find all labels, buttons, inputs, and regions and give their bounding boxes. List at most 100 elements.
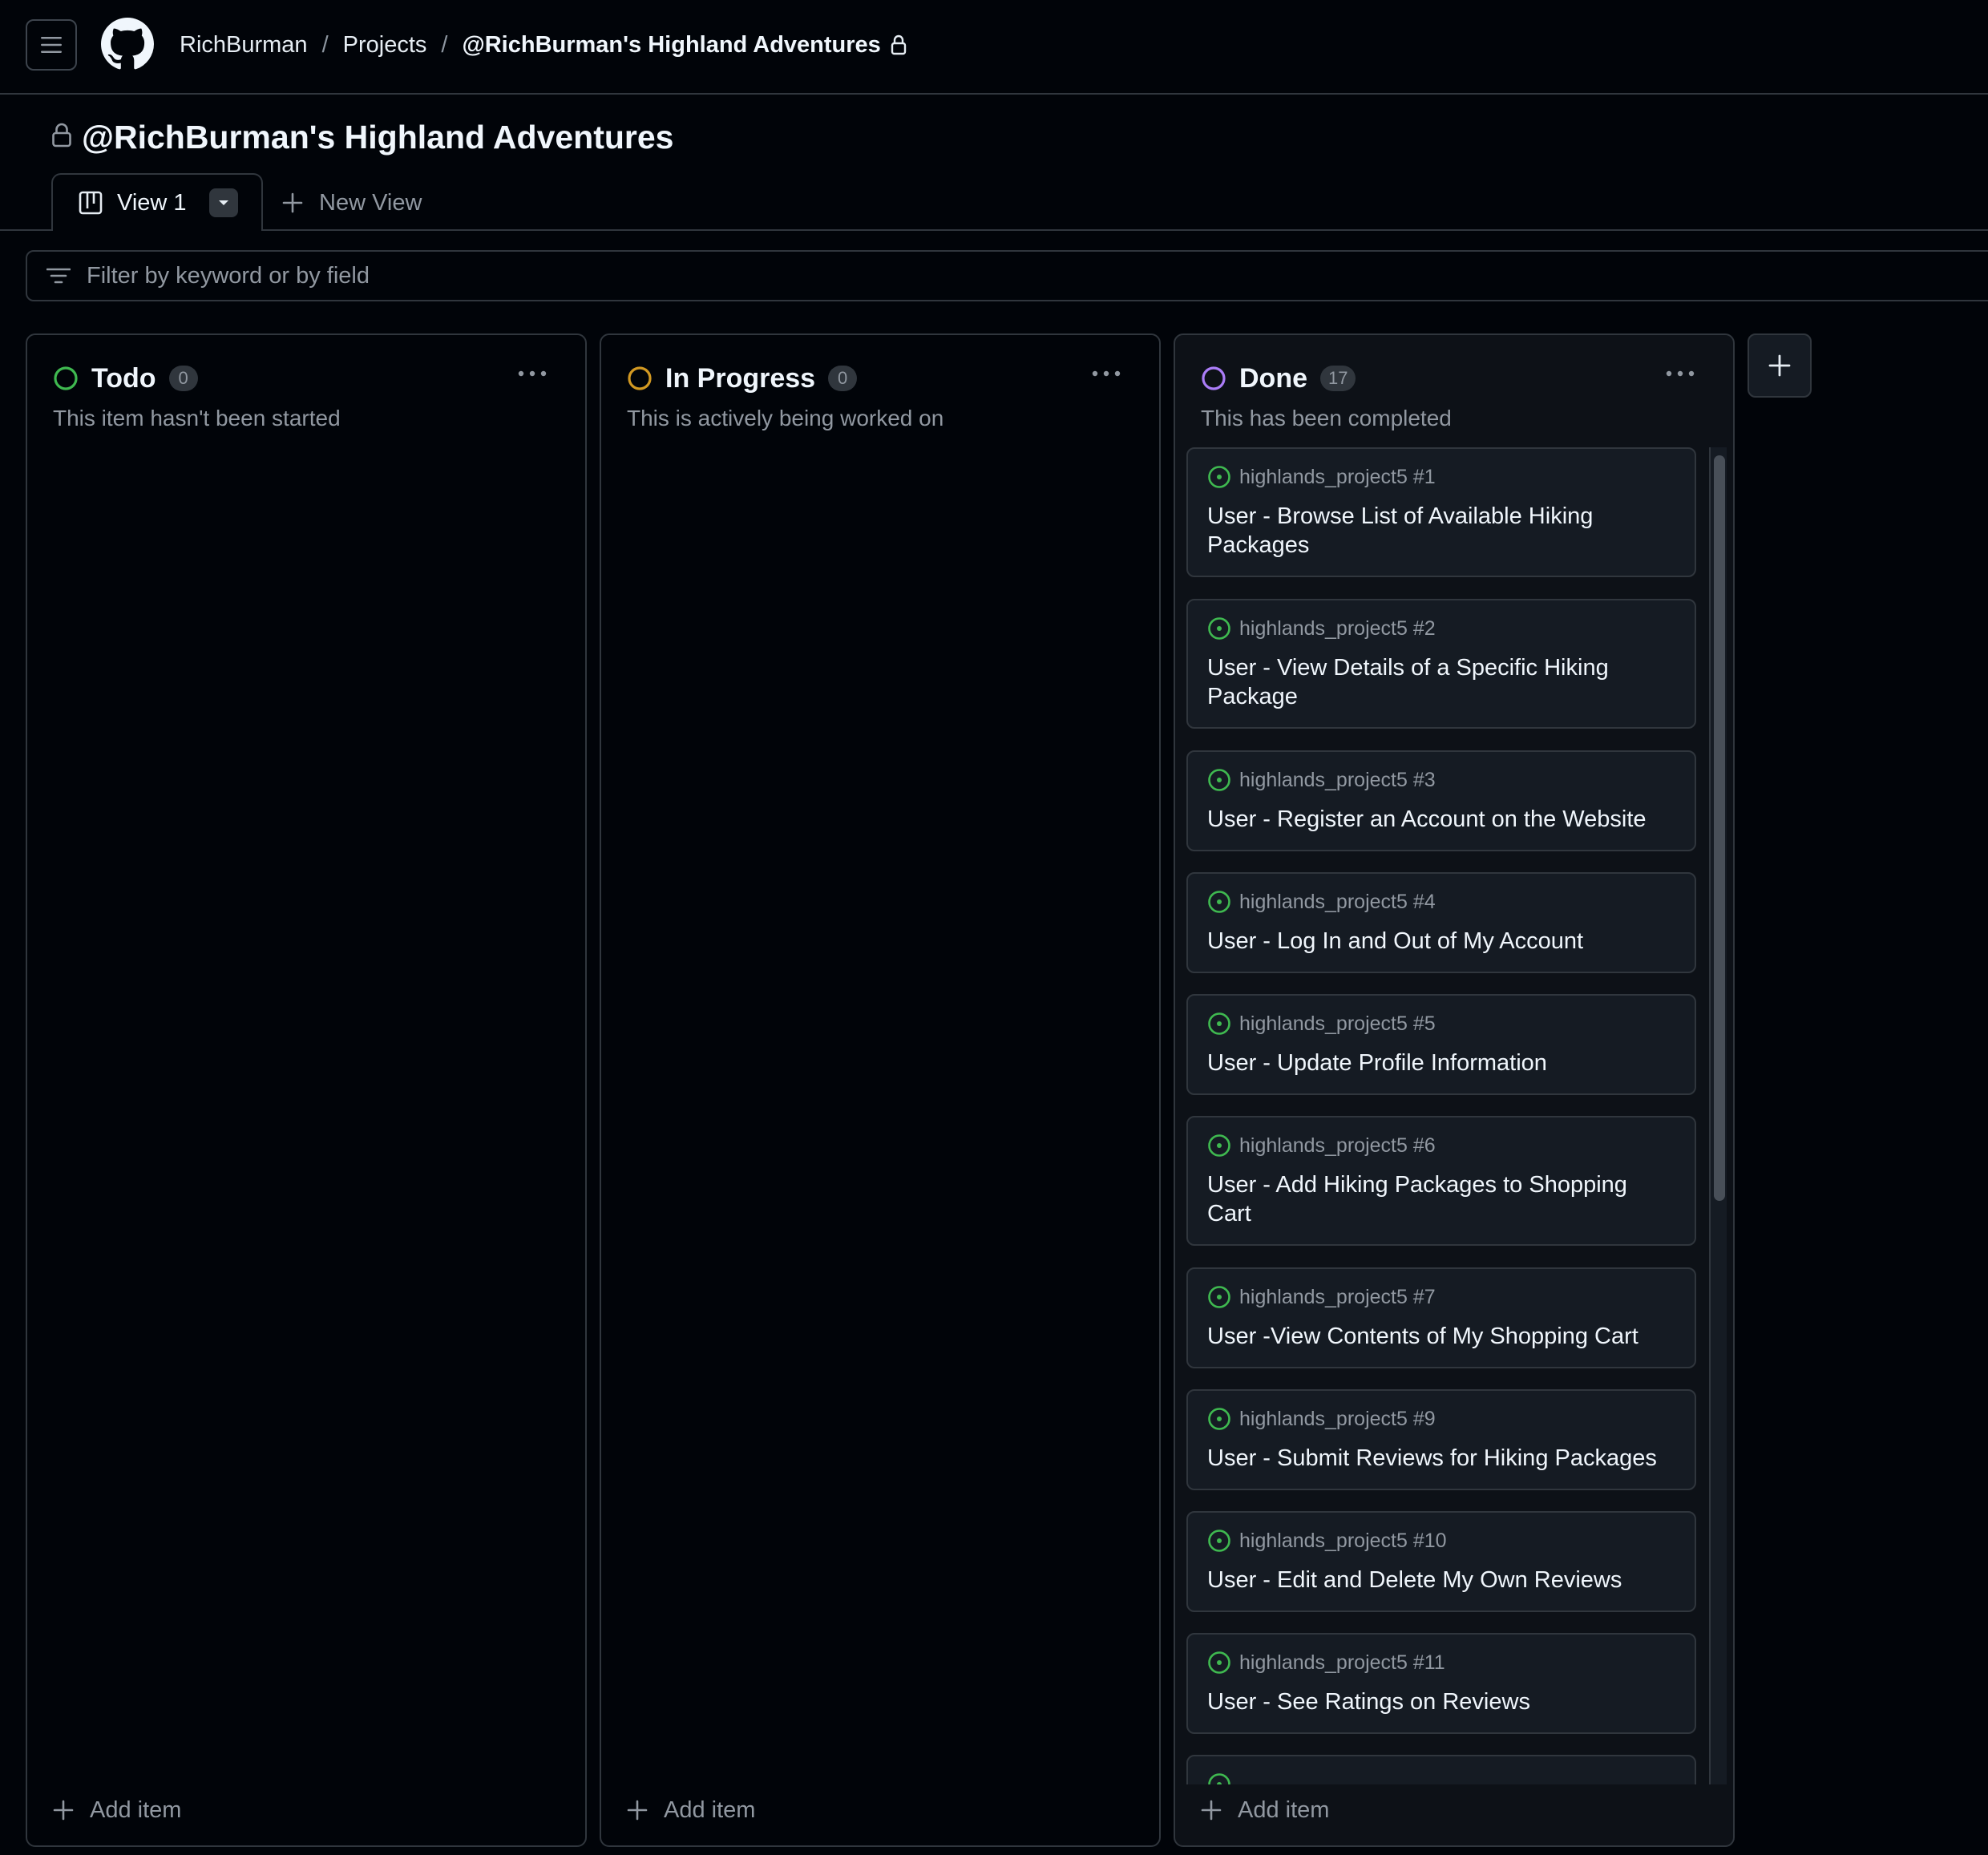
column-title: Todo bbox=[91, 362, 156, 394]
issue-card[interactable]: highlands_project5 #2 User - View Detail… bbox=[1186, 599, 1696, 729]
issue-card[interactable]: highlands_project5 #7 User -View Content… bbox=[1186, 1267, 1696, 1368]
issue-card[interactable]: highlands_project5 #10 User - Edit and D… bbox=[1186, 1511, 1696, 1612]
breadcrumb-separator: / bbox=[321, 31, 329, 58]
status-circle-icon bbox=[1202, 366, 1226, 390]
column-in-progress: In Progress 0 This is actively being wor… bbox=[600, 333, 1161, 1847]
issue-opened-icon bbox=[1208, 1134, 1230, 1157]
issue-title[interactable]: User - Register an Account on the Websit… bbox=[1207, 805, 1675, 834]
column-description: This is actively being worked on bbox=[627, 406, 944, 430]
lock-icon bbox=[51, 123, 72, 152]
filter-icon bbox=[46, 268, 71, 284]
issue-title[interactable]: User - See Ratings on Reviews bbox=[1207, 1687, 1675, 1716]
breadcrumb: RichBurman / Projects / @RichBurman's Hi… bbox=[180, 29, 907, 61]
add-item-label: Add item bbox=[90, 1796, 182, 1823]
new-view-button[interactable]: New View bbox=[282, 183, 422, 223]
view-options-dropdown-button[interactable] bbox=[208, 188, 238, 217]
issue-reference[interactable]: highlands_project5 #5 bbox=[1239, 1012, 1436, 1036]
tab-view-1-label: View 1 bbox=[117, 189, 187, 216]
column-header: Done 17 bbox=[1201, 361, 1356, 396]
status-circle-icon bbox=[54, 366, 78, 390]
issue-card[interactable]: highlands_project5 #5 User - Update Prof… bbox=[1186, 994, 1696, 1095]
done-cards-list: highlands_project5 #1 User - Browse List… bbox=[1186, 447, 1696, 1784]
column-title: Done bbox=[1239, 362, 1307, 394]
project-title: @RichBurman's Highland Adventures bbox=[51, 117, 673, 157]
cards-scrollbar[interactable] bbox=[1709, 447, 1727, 1784]
tabs-divider bbox=[0, 229, 1988, 231]
board-view-icon bbox=[79, 191, 103, 215]
issue-reference[interactable]: highlands_project5 #4 bbox=[1239, 891, 1436, 914]
column-count-badge: 0 bbox=[828, 366, 858, 391]
issue-title[interactable]: User - View Details of a Specific Hiking… bbox=[1207, 653, 1675, 711]
issue-title[interactable]: User -View Contents of My Shopping Cart bbox=[1207, 1322, 1675, 1351]
issue-opened-icon bbox=[1208, 466, 1230, 488]
top-header: RichBurman / Projects / @RichBurman's Hi… bbox=[0, 0, 1988, 95]
issue-card[interactable]: highlands_project5 #6 User - Add Hiking … bbox=[1186, 1116, 1696, 1246]
issue-reference[interactable]: highlands_project5 #9 bbox=[1239, 1408, 1436, 1431]
breadcrumb-separator: / bbox=[441, 31, 448, 58]
add-item-button[interactable]: Add item bbox=[53, 1792, 181, 1828]
issue-card[interactable]: highlands_project5 #9 User - Submit Revi… bbox=[1186, 1389, 1696, 1490]
issue-opened-icon bbox=[1208, 1012, 1230, 1035]
issue-opened-icon bbox=[1208, 1530, 1230, 1552]
plus-icon bbox=[53, 1800, 74, 1821]
issue-title[interactable]: User - Browse List of Available Hiking P… bbox=[1207, 502, 1675, 560]
filter-input[interactable] bbox=[87, 262, 1529, 289]
issue-card[interactable]: highlands_project5 #3 User - Register an… bbox=[1186, 750, 1696, 851]
column-count-badge: 0 bbox=[168, 366, 198, 391]
issue-reference[interactable]: highlands_project5 #1 bbox=[1239, 466, 1436, 489]
issue-opened-icon bbox=[1208, 891, 1230, 913]
issue-reference[interactable]: highlands_project5 #7 bbox=[1239, 1286, 1436, 1309]
issue-opened-icon bbox=[1208, 1651, 1230, 1674]
issue-opened-icon bbox=[1208, 617, 1230, 640]
plus-icon bbox=[1768, 354, 1791, 377]
column-description: This item hasn't been started bbox=[53, 406, 341, 430]
issue-reference[interactable]: highlands_project5 #2 bbox=[1239, 617, 1436, 641]
issue-card[interactable]: highlands_project5 #4 User - Log In and … bbox=[1186, 872, 1696, 973]
issue-card[interactable]: highlands_project5 #11 User - See Rating… bbox=[1186, 1633, 1696, 1734]
issue-opened-icon bbox=[1208, 1408, 1230, 1430]
add-item-label: Add item bbox=[1238, 1796, 1330, 1823]
github-logo-icon[interactable] bbox=[101, 18, 154, 71]
hamburger-icon bbox=[41, 37, 62, 53]
project-title-text: @RichBurman's Highland Adventures bbox=[82, 118, 674, 156]
column-done: Done 17 This has been completed highland… bbox=[1174, 333, 1735, 1847]
issue-reference[interactable]: highlands_project5 #10 bbox=[1239, 1530, 1447, 1553]
add-item-button[interactable]: Add item bbox=[1201, 1792, 1329, 1828]
breadcrumb-current-project[interactable]: @RichBurman's Highland Adventures bbox=[462, 32, 880, 59]
column-header: In Progress 0 bbox=[627, 361, 858, 396]
issue-title[interactable]: User - Log In and Out of My Account bbox=[1207, 927, 1675, 956]
add-column-button[interactable] bbox=[1748, 333, 1812, 398]
scrollbar-thumb[interactable] bbox=[1714, 455, 1725, 1201]
breadcrumb-projects-link[interactable]: Projects bbox=[343, 32, 427, 59]
new-view-label: New View bbox=[319, 189, 422, 216]
issue-opened-icon bbox=[1208, 1773, 1230, 1784]
column-count-badge: 17 bbox=[1320, 366, 1356, 391]
plus-icon bbox=[282, 192, 303, 213]
plus-icon bbox=[1201, 1800, 1222, 1821]
lock-icon bbox=[891, 34, 907, 55]
column-more-options-icon[interactable] bbox=[516, 364, 548, 383]
issue-card-partial[interactable] bbox=[1186, 1755, 1696, 1784]
issue-reference[interactable]: highlands_project5 #3 bbox=[1239, 769, 1436, 792]
issue-title[interactable]: User - Submit Reviews for Hiking Package… bbox=[1207, 1444, 1675, 1473]
issue-title[interactable]: User - Edit and Delete My Own Reviews bbox=[1207, 1566, 1675, 1594]
issue-title[interactable]: User - Add Hiking Packages to Shopping C… bbox=[1207, 1170, 1675, 1228]
issue-reference[interactable]: highlands_project5 #11 bbox=[1239, 1651, 1445, 1675]
breadcrumb-owner-link[interactable]: RichBurman bbox=[180, 32, 308, 59]
issue-card[interactable]: highlands_project5 #1 User - Browse List… bbox=[1186, 447, 1696, 577]
add-item-label: Add item bbox=[664, 1796, 756, 1823]
column-title: In Progress bbox=[665, 362, 816, 394]
triangle-down-icon bbox=[218, 200, 228, 205]
column-description: This has been completed bbox=[1201, 406, 1452, 430]
column-more-options-icon[interactable] bbox=[1664, 364, 1696, 383]
status-circle-icon bbox=[628, 366, 652, 390]
add-item-button[interactable]: Add item bbox=[627, 1792, 755, 1828]
column-todo: Todo 0 This item hasn't been started Add… bbox=[26, 333, 587, 1847]
hamburger-menu-button[interactable] bbox=[26, 19, 77, 71]
column-more-options-icon[interactable] bbox=[1090, 364, 1122, 383]
tab-view-1[interactable]: View 1 bbox=[51, 173, 263, 231]
issue-opened-icon bbox=[1208, 769, 1230, 791]
plus-icon bbox=[627, 1800, 648, 1821]
issue-reference[interactable]: highlands_project5 #6 bbox=[1239, 1134, 1436, 1158]
issue-title[interactable]: User - Update Profile Information bbox=[1207, 1049, 1675, 1077]
